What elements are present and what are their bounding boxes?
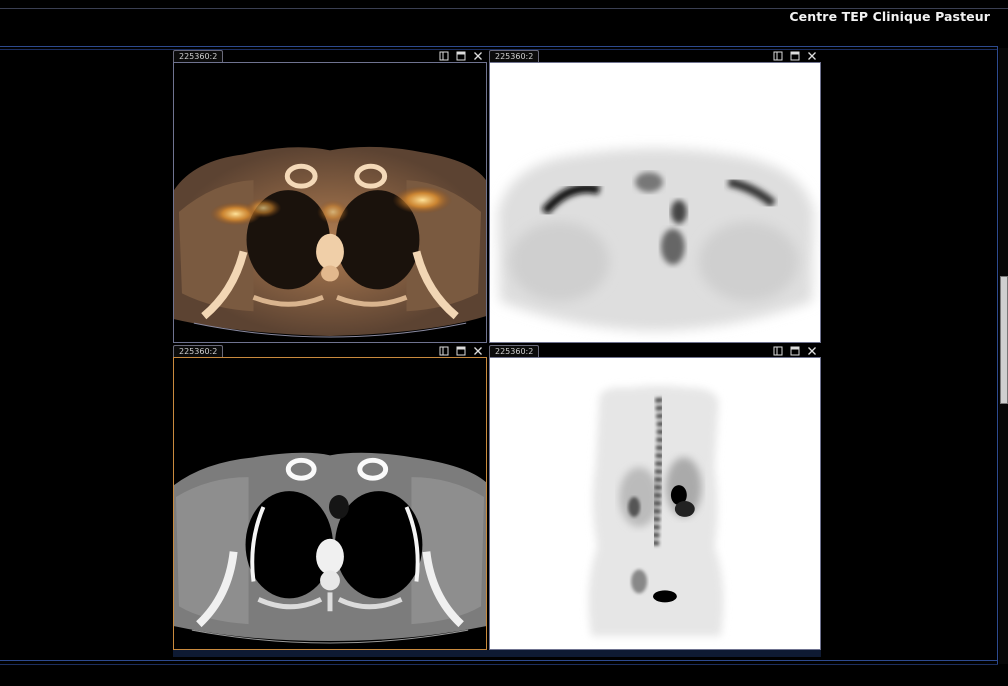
viewer-bottom-bar — [173, 650, 821, 657]
maximize-icon[interactable] — [790, 51, 800, 61]
scrollbar-thumb[interactable] — [1000, 276, 1008, 404]
viewport-fusion-axial[interactable]: 225360:2 — [173, 50, 487, 343]
frame-border-right — [997, 46, 998, 664]
fusion-scan-image — [174, 63, 486, 342]
maximize-icon[interactable] — [456, 346, 466, 356]
viewport-controls — [439, 51, 483, 62]
viewport-controls — [439, 346, 483, 357]
ct-scan-image — [174, 358, 486, 649]
viewport-image-area[interactable] — [173, 357, 487, 650]
layout-icon[interactable] — [439, 51, 449, 61]
frame-border-top — [0, 46, 998, 47]
close-icon[interactable] — [473, 51, 483, 61]
close-icon[interactable] — [807, 346, 817, 356]
layout-icon[interactable] — [773, 346, 783, 356]
viewport-ct-axial[interactable]: 225360:2 — [173, 345, 487, 650]
layout-icon[interactable] — [773, 51, 783, 61]
viewport-image-area[interactable] — [173, 62, 487, 343]
viewport-pet-axial[interactable]: 225360:2 — [489, 50, 821, 343]
viewport-image-area[interactable] — [489, 357, 821, 650]
frame-border-bottom — [0, 660, 998, 661]
frame-border-bottom-inner — [0, 664, 998, 665]
close-icon[interactable] — [473, 346, 483, 356]
viewport-controls — [773, 51, 817, 62]
maximize-icon[interactable] — [456, 51, 466, 61]
pet-mip-image — [490, 358, 820, 649]
viewport-image-area[interactable] — [489, 62, 821, 343]
maximize-icon[interactable] — [790, 346, 800, 356]
viewport-pet-mip[interactable]: 225360:2 — [489, 345, 821, 650]
close-icon[interactable] — [807, 51, 817, 61]
layout-icon[interactable] — [439, 346, 449, 356]
app-title: Centre TEP Clinique Pasteur — [789, 9, 990, 24]
pet-scan-image — [490, 63, 820, 342]
viewport-controls — [773, 346, 817, 357]
